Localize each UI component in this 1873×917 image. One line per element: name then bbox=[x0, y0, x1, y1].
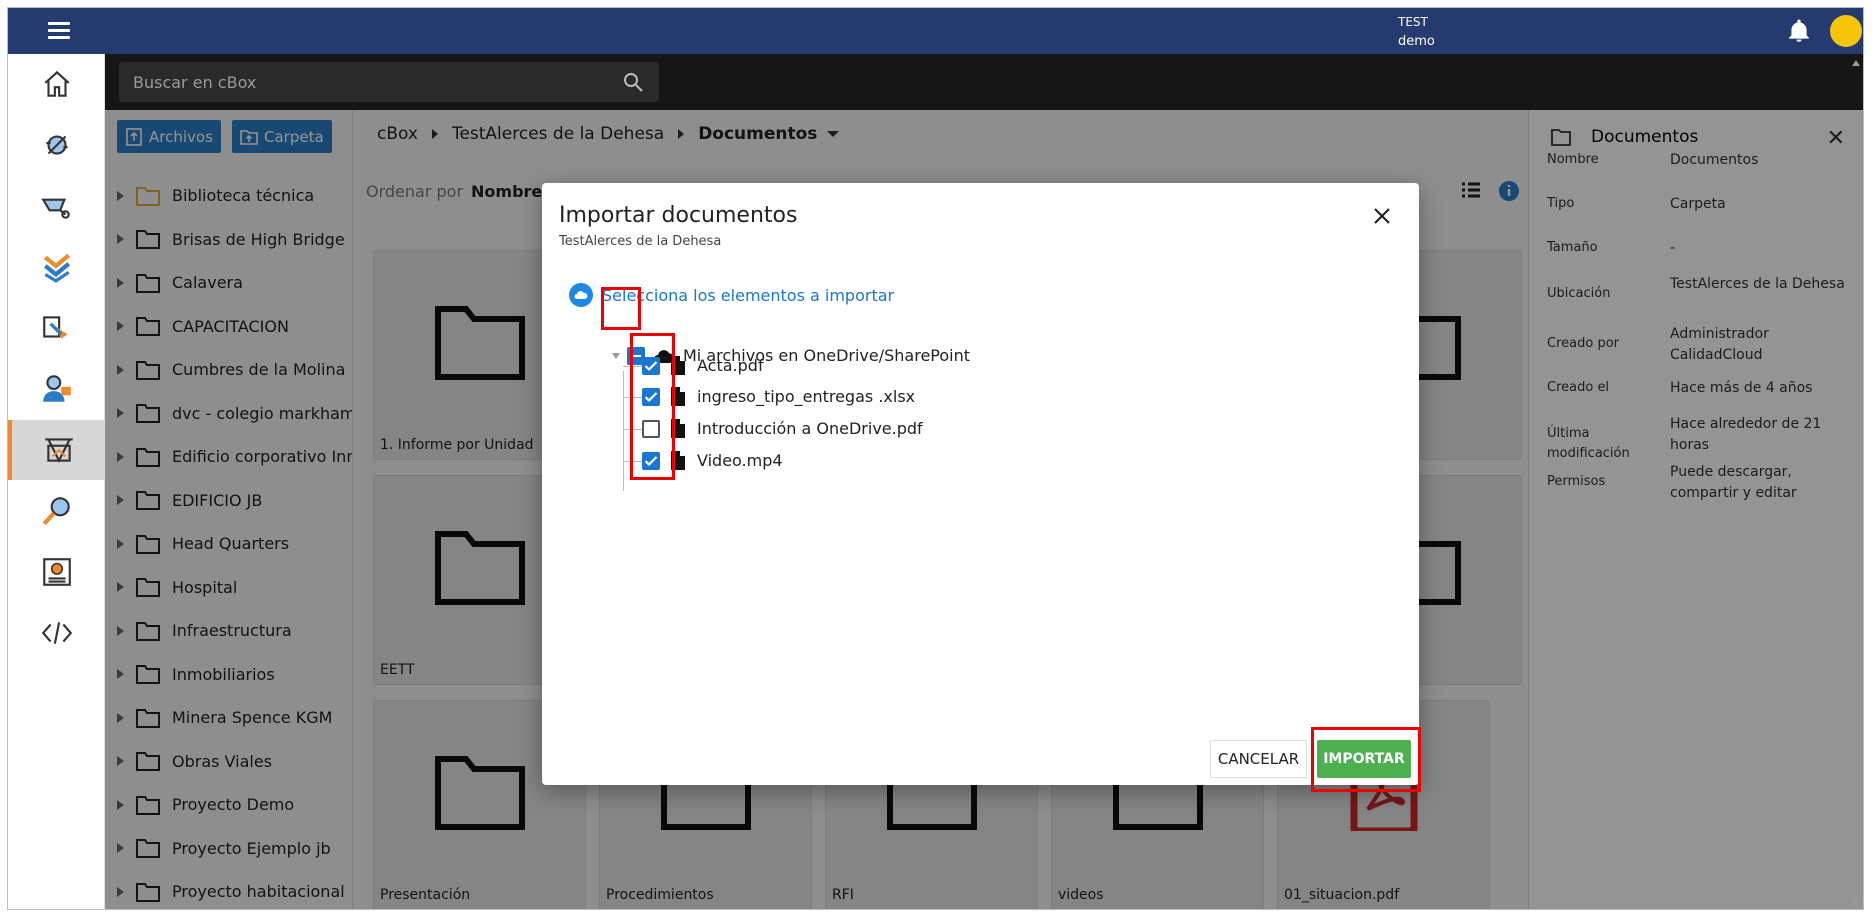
menu-icon[interactable] bbox=[48, 22, 70, 40]
file-name: ingreso_tipo_entregas .xlsx bbox=[697, 387, 916, 406]
highlight-box bbox=[630, 333, 675, 480]
tree-connector bbox=[623, 371, 624, 491]
cloud-icon bbox=[569, 283, 593, 307]
highlight-box bbox=[601, 287, 641, 330]
app-window: TEST demo Buscar en cBox Archivos Carpet… bbox=[7, 7, 1864, 910]
cbox-icon[interactable] bbox=[8, 420, 105, 480]
highlight-box bbox=[1311, 727, 1421, 792]
app-rail bbox=[8, 54, 105, 909]
dialog-subtitle: TestAlerces de la Dehesa bbox=[559, 234, 722, 249]
file-node: Introducción a OneDrive.pdf bbox=[642, 419, 923, 438]
inspection-icon[interactable] bbox=[8, 481, 105, 541]
user-info: TEST demo bbox=[1398, 13, 1435, 51]
top-bar: TEST demo bbox=[8, 8, 1863, 54]
dialog-title: Importar documentos bbox=[559, 203, 798, 228]
transfer-icon[interactable] bbox=[8, 298, 105, 358]
import-dialog: Importar documentos TestAlerces de la De… bbox=[542, 183, 1421, 792]
file-name: Acta.pdf bbox=[697, 356, 764, 375]
search-box bbox=[119, 62, 659, 102]
budget-icon[interactable] bbox=[8, 542, 105, 602]
chevron-down-icon[interactable] bbox=[612, 352, 620, 359]
home-icon[interactable] bbox=[8, 54, 105, 114]
search-icon[interactable] bbox=[621, 70, 645, 94]
search-bar bbox=[105, 54, 1863, 110]
user-name: demo bbox=[1398, 34, 1435, 49]
avatar[interactable] bbox=[1830, 15, 1862, 47]
code-icon[interactable] bbox=[8, 603, 105, 663]
file-node: ingreso_tipo_entregas .xlsx bbox=[642, 387, 915, 406]
file-name: Introducción a OneDrive.pdf bbox=[697, 419, 923, 438]
close-icon[interactable] bbox=[1373, 207, 1391, 225]
users-icon[interactable] bbox=[8, 359, 105, 419]
wheelbarrow-icon[interactable] bbox=[8, 176, 105, 236]
section-text: Selecciona los elementos a importar bbox=[602, 285, 895, 305]
user-company: TEST bbox=[1398, 15, 1428, 29]
scrollbar[interactable] bbox=[1851, 58, 1861, 908]
checklist-icon[interactable] bbox=[8, 237, 105, 297]
tools-icon[interactable] bbox=[8, 115, 105, 175]
bell-icon[interactable] bbox=[1786, 18, 1812, 44]
search-input[interactable] bbox=[119, 62, 599, 102]
file-name: Video.mp4 bbox=[697, 451, 783, 470]
cancel-button[interactable]: CANCELAR bbox=[1210, 740, 1307, 778]
